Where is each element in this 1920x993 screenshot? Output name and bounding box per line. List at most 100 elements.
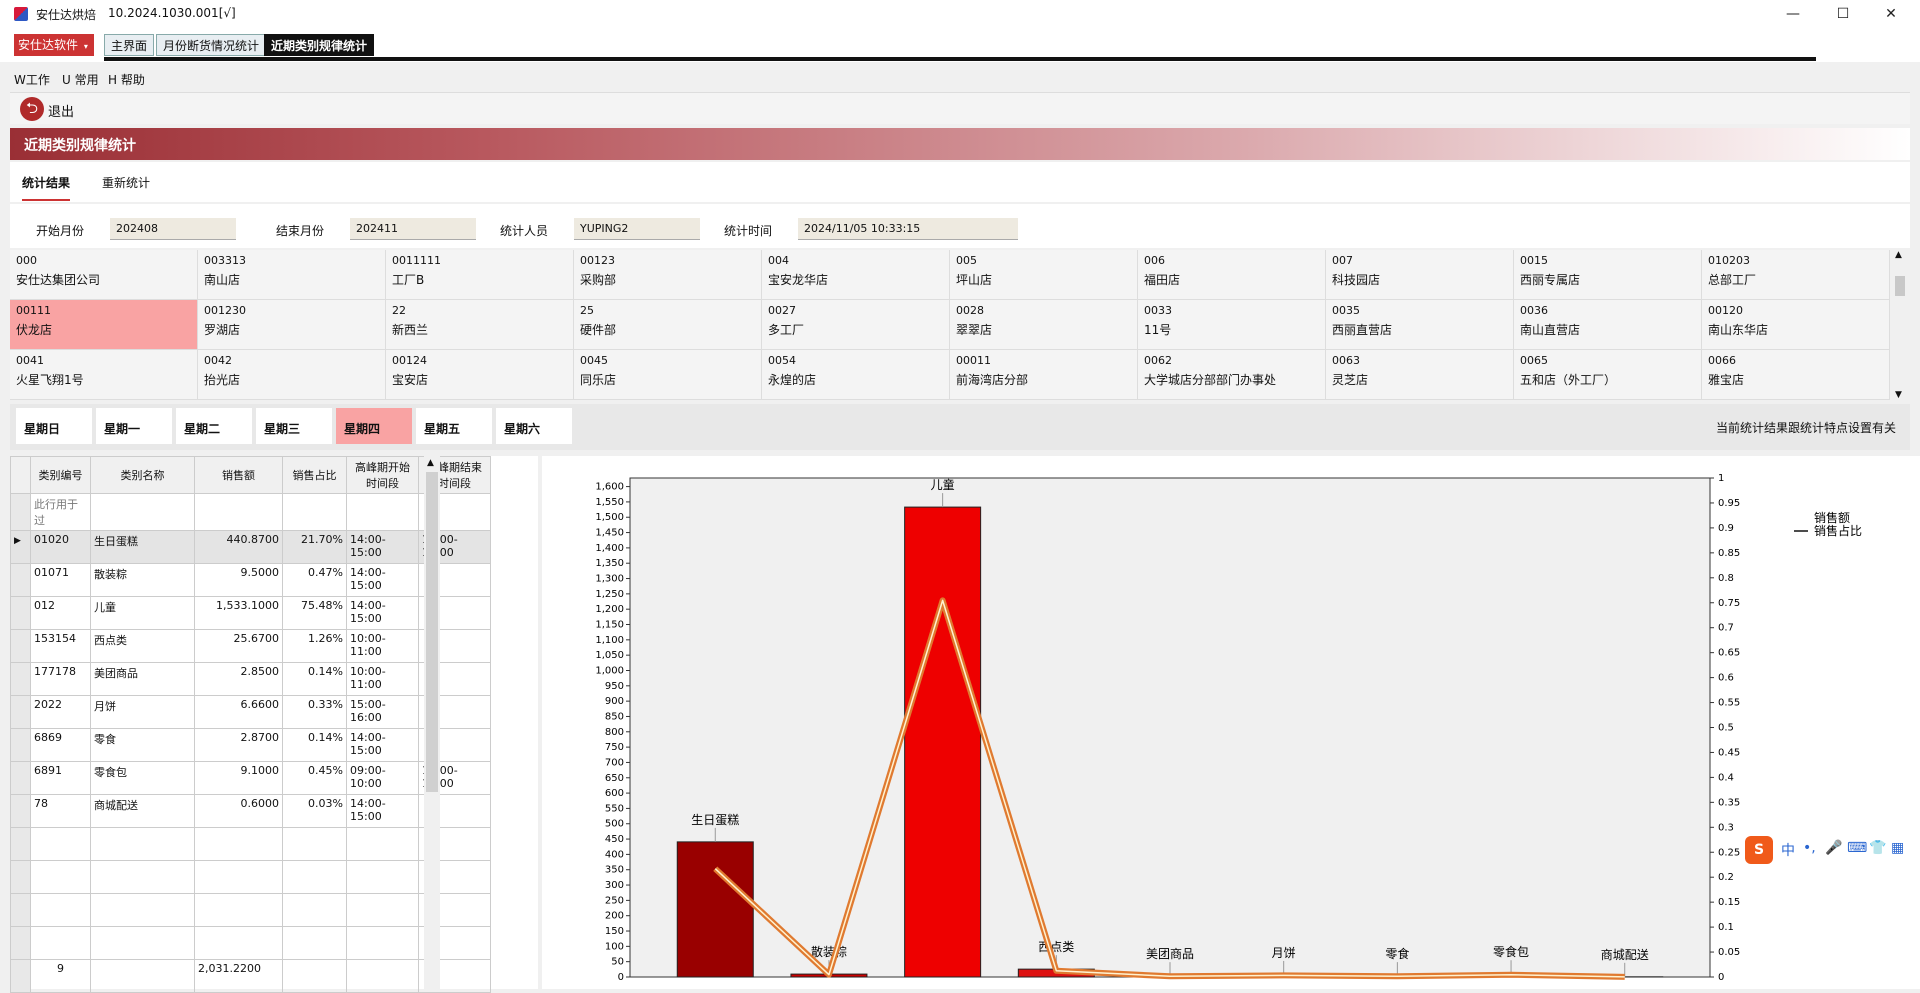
ime-chinese-mode[interactable]: 中 <box>1781 840 1795 860</box>
store-cell[interactable]: 003313南山店 <box>198 250 386 300</box>
store-cell[interactable]: 0015西丽专属店 <box>1514 250 1702 300</box>
table-scrollbar[interactable]: ▲ <box>424 456 440 989</box>
table-row[interactable]: 6869零食2.87000.14%14:00-15:00 <box>11 729 491 762</box>
stat-time-field[interactable]: 2024/11/05 10:33:15 <box>798 218 1018 240</box>
cell-name[interactable]: 月饼 <box>91 696 195 729</box>
scroll-thumb[interactable] <box>426 472 438 792</box>
store-cell[interactable]: 0054永煌的店 <box>762 350 950 400</box>
weekday-button[interactable]: 星期四 <box>336 408 412 444</box>
store-cell[interactable]: 25硬件部 <box>574 300 762 350</box>
cell-name[interactable]: 生日蛋糕 <box>91 531 195 564</box>
cell-peak-start[interactable]: 14:00-15:00 <box>347 597 419 630</box>
tab-recent-category[interactable]: 近期类别规律统计 <box>264 34 374 56</box>
store-grid-scrollbar[interactable]: ▲ ▼ <box>1892 250 1908 400</box>
cell-code[interactable]: 6891 <box>31 762 91 795</box>
cell-sales[interactable]: 9.1000 <box>195 762 283 795</box>
start-month-field[interactable]: 202408 <box>110 218 236 240</box>
store-cell[interactable]: 000安仕达集团公司 <box>10 250 198 300</box>
cell-peak-start[interactable]: 14:00-15:00 <box>347 531 419 564</box>
cell-name[interactable]: 散装粽 <box>91 564 195 597</box>
col-header-sales[interactable]: 销售额 <box>195 457 283 494</box>
cell-sales[interactable]: 2.8500 <box>195 663 283 696</box>
cell-code[interactable]: 177178 <box>31 663 91 696</box>
store-cell[interactable]: 00011前海湾店分部 <box>950 350 1138 400</box>
cell-peak-start[interactable]: 09:00-10:00 <box>347 762 419 795</box>
end-month-field[interactable]: 202411 <box>350 218 476 240</box>
cell-name[interactable]: 儿童 <box>91 597 195 630</box>
store-cell[interactable]: 005坪山店 <box>950 250 1138 300</box>
subtab-recalculate[interactable]: 重新统计 <box>102 174 150 199</box>
weekday-button[interactable]: 星期六 <box>496 408 572 444</box>
weekday-button[interactable]: 星期日 <box>16 408 92 444</box>
store-cell[interactable]: 0027多工厂 <box>762 300 950 350</box>
cell-name[interactable]: 商城配送 <box>91 795 195 828</box>
cell-peak-start[interactable]: 10:00-11:00 <box>347 663 419 696</box>
weekday-button[interactable]: 星期三 <box>256 408 332 444</box>
col-header-ratio[interactable]: 销售占比 <box>283 457 347 494</box>
store-cell[interactable]: 0041火星飞翔1号 <box>10 350 198 400</box>
store-cell[interactable]: 0011111工厂B <box>386 250 574 300</box>
cell-ratio[interactable]: 0.45% <box>283 762 347 795</box>
store-cell[interactable]: 00111伏龙店 <box>10 300 198 350</box>
scroll-down-icon[interactable]: ▼ <box>1895 390 1902 400</box>
filter-cell[interactable] <box>91 494 195 531</box>
cell-code[interactable]: 153154 <box>31 630 91 663</box>
table-row[interactable]: 153154西点类25.67001.26%10:00-11:00 <box>11 630 491 663</box>
cell-sales[interactable]: 0.6000 <box>195 795 283 828</box>
cell-peak-start[interactable]: 14:00-15:00 <box>347 795 419 828</box>
cell-name[interactable]: 西点类 <box>91 630 195 663</box>
filter-cell[interactable] <box>283 494 347 531</box>
store-cell[interactable]: 0036南山直营店 <box>1514 300 1702 350</box>
minimize-button[interactable]: — <box>1770 2 1816 26</box>
store-cell[interactable]: 006福田店 <box>1138 250 1326 300</box>
cell-ratio[interactable]: 0.47% <box>283 564 347 597</box>
skin-icon[interactable]: 👕 <box>1869 840 1886 856</box>
tab-main[interactable]: 主界面 <box>104 34 154 56</box>
filter-row[interactable]: 此行用于过 <box>11 494 491 531</box>
cell-peak-start[interactable]: 14:00-15:00 <box>347 729 419 762</box>
table-row[interactable]: 012儿童1,533.100075.48%14:00-15:00 <box>11 597 491 630</box>
cell-code[interactable]: 78 <box>31 795 91 828</box>
cell-sales[interactable]: 25.6700 <box>195 630 283 663</box>
table-row[interactable]: ▶01020生日蛋糕440.870021.70%14:00-15:0015:00… <box>11 531 491 564</box>
store-cell[interactable]: 22新西兰 <box>386 300 574 350</box>
cell-peak-start[interactable]: 15:00-16:00 <box>347 696 419 729</box>
filter-cell[interactable] <box>195 494 283 531</box>
punctuation-icon[interactable]: •, <box>1803 840 1816 856</box>
weekday-button[interactable]: 星期一 <box>96 408 172 444</box>
col-header-code[interactable]: 类别编号 <box>31 457 91 494</box>
cell-name[interactable]: 美团商品 <box>91 663 195 696</box>
cell-code[interactable]: 012 <box>31 597 91 630</box>
cell-sales[interactable]: 6.6600 <box>195 696 283 729</box>
store-cell[interactable]: 007科技园店 <box>1326 250 1514 300</box>
cell-name[interactable]: 零食 <box>91 729 195 762</box>
col-header-peak-start[interactable]: 高峰期开始时间段 <box>347 457 419 494</box>
brand-menu-button[interactable]: 安仕达软件 ▾ <box>14 34 94 56</box>
cell-code[interactable]: 2022 <box>31 696 91 729</box>
store-cell[interactable]: 0035西丽直营店 <box>1326 300 1514 350</box>
store-cell[interactable]: 004宝安龙华店 <box>762 250 950 300</box>
store-cell[interactable]: 0042抬光店 <box>198 350 386 400</box>
table-row[interactable]: 01071散装粽9.50000.47%14:00-15:00 <box>11 564 491 597</box>
maximize-button[interactable]: ☐ <box>1820 2 1866 26</box>
cell-sales[interactable]: 440.8700 <box>195 531 283 564</box>
cell-peak-start[interactable]: 14:00-15:00 <box>347 564 419 597</box>
cell-sales[interactable]: 2.8700 <box>195 729 283 762</box>
cell-ratio[interactable]: 0.14% <box>283 729 347 762</box>
cell-ratio[interactable]: 0.03% <box>283 795 347 828</box>
menu-work[interactable]: W工作 <box>14 71 50 88</box>
store-cell[interactable]: 0066雅宝店 <box>1702 350 1890 400</box>
cell-sales[interactable]: 1,533.1000 <box>195 597 283 630</box>
store-cell[interactable]: 00124宝安店 <box>386 350 574 400</box>
cell-ratio[interactable]: 1.26% <box>283 630 347 663</box>
cell-ratio[interactable]: 0.33% <box>283 696 347 729</box>
cell-ratio[interactable]: 75.48% <box>283 597 347 630</box>
weekday-button[interactable]: 星期二 <box>176 408 252 444</box>
store-cell[interactable]: 010203总部工厂 <box>1702 250 1890 300</box>
close-button[interactable]: ✕ <box>1868 2 1914 26</box>
menu-common[interactable]: U 常用 <box>62 71 99 88</box>
store-cell[interactable]: 00120南山东华店 <box>1702 300 1890 350</box>
sogou-logo-icon[interactable]: S <box>1745 836 1773 864</box>
scroll-thumb[interactable] <box>1895 276 1905 296</box>
col-header-name[interactable]: 类别名称 <box>91 457 195 494</box>
